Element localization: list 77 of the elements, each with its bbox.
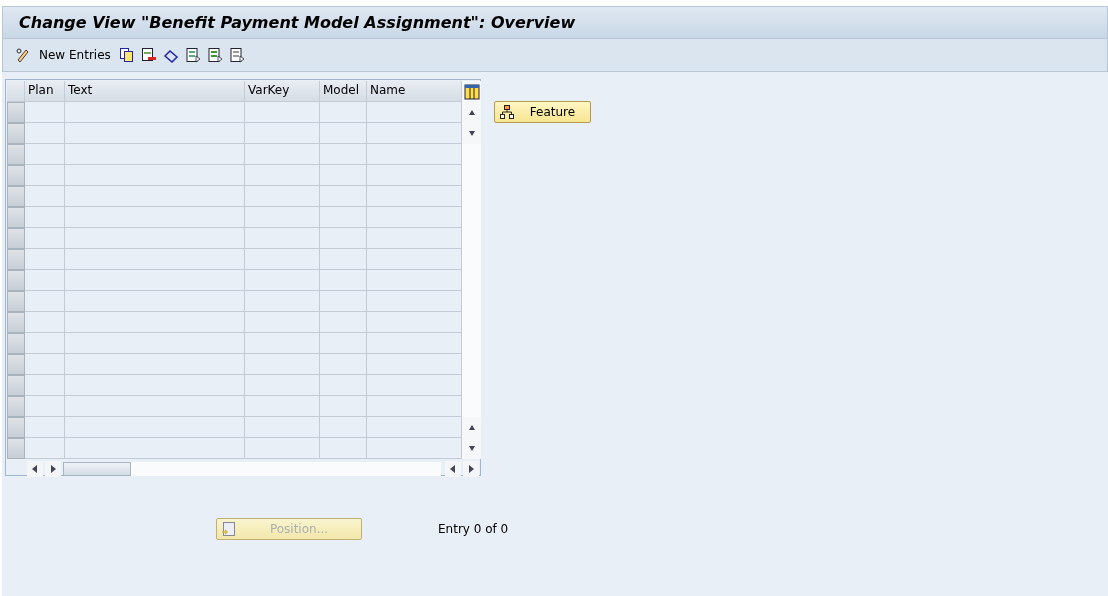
table-cell [25, 438, 65, 459]
scroll-down-arrow-icon[interactable] [467, 444, 476, 453]
table-cell [320, 186, 367, 207]
entry-count: Entry 0 of 0 [438, 522, 509, 536]
table-cell [320, 123, 367, 144]
table-cell [320, 102, 367, 123]
row-selector[interactable] [7, 354, 25, 375]
column-settings-icon[interactable] [463, 83, 480, 100]
row-selector[interactable] [7, 417, 25, 438]
table-cell [320, 375, 367, 396]
table-cell [25, 186, 65, 207]
scroll-thumb[interactable] [63, 462, 131, 476]
scroll-down-arrow-icon[interactable] [467, 129, 476, 138]
pencil-glasses-icon[interactable] [15, 47, 31, 63]
column-header[interactable]: Name [367, 81, 462, 102]
select-all-header[interactable] [7, 81, 25, 102]
table-cell [320, 144, 367, 165]
table-cell [320, 165, 367, 186]
delete-row-icon[interactable] [140, 47, 157, 63]
vertical-scrollbar[interactable] [462, 144, 481, 417]
table-cell [25, 333, 65, 354]
row-selector[interactable] [7, 228, 25, 249]
table-cell [320, 417, 367, 438]
table-cell [25, 102, 65, 123]
row-selector[interactable] [7, 291, 25, 312]
table-cell [25, 375, 65, 396]
table-cell [320, 438, 367, 459]
scroll-up-arrow-icon[interactable] [467, 423, 476, 432]
horizontal-scrollbar[interactable] [63, 462, 441, 476]
row-selector[interactable] [7, 123, 25, 144]
table-cell [320, 354, 367, 375]
row-selector[interactable] [7, 144, 25, 165]
scroll-up-arrow-icon[interactable] [467, 108, 476, 117]
row-selector[interactable] [7, 186, 25, 207]
table-cell [25, 270, 65, 291]
table-cell [320, 270, 367, 291]
window-title: Change View "Benefit Payment Model Assignment": Overview [19, 13, 576, 32]
table-cell [25, 417, 65, 438]
column-header[interactable]: Model [320, 81, 367, 102]
row-selector[interactable] [7, 375, 25, 396]
row-selector[interactable] [7, 249, 25, 270]
hierarchy-icon [499, 104, 515, 120]
scroll-right-arrow-icon[interactable] [467, 465, 475, 473]
table-cell [25, 291, 65, 312]
table-cell [320, 291, 367, 312]
column-header[interactable]: Plan [25, 81, 65, 102]
feature-button[interactable]: Feature [494, 101, 591, 123]
table-cell [25, 396, 65, 417]
table-cell [25, 312, 65, 333]
table-cell [25, 144, 65, 165]
new-entries-button[interactable]: New Entries [37, 44, 113, 66]
row-selector[interactable] [7, 207, 25, 228]
table-cell [25, 165, 65, 186]
scroll-right-arrow-icon[interactable] [49, 465, 57, 473]
row-selector[interactable] [7, 102, 25, 123]
row-selector[interactable] [7, 396, 25, 417]
scroll-left-arrow-icon[interactable] [31, 465, 39, 473]
table-cell [25, 354, 65, 375]
table-cell [320, 396, 367, 417]
copy-icon[interactable] [118, 47, 135, 63]
row-selector[interactable] [7, 438, 25, 459]
table-cell [25, 123, 65, 144]
row-selector[interactable] [7, 165, 25, 186]
row-selector[interactable] [7, 312, 25, 333]
table-cell [25, 207, 65, 228]
table-cell [25, 249, 65, 270]
column-header[interactable]: Text [65, 81, 245, 102]
row-selector[interactable] [7, 270, 25, 291]
table-cell [320, 249, 367, 270]
scroll-left-arrow-icon[interactable] [449, 465, 457, 473]
table-cell [320, 228, 367, 249]
column-header[interactable]: VarKey [245, 81, 320, 102]
row-selector[interactable] [7, 333, 25, 354]
table-cell [320, 312, 367, 333]
table-cell [320, 207, 367, 228]
table-cell [25, 228, 65, 249]
table-cell [320, 333, 367, 354]
